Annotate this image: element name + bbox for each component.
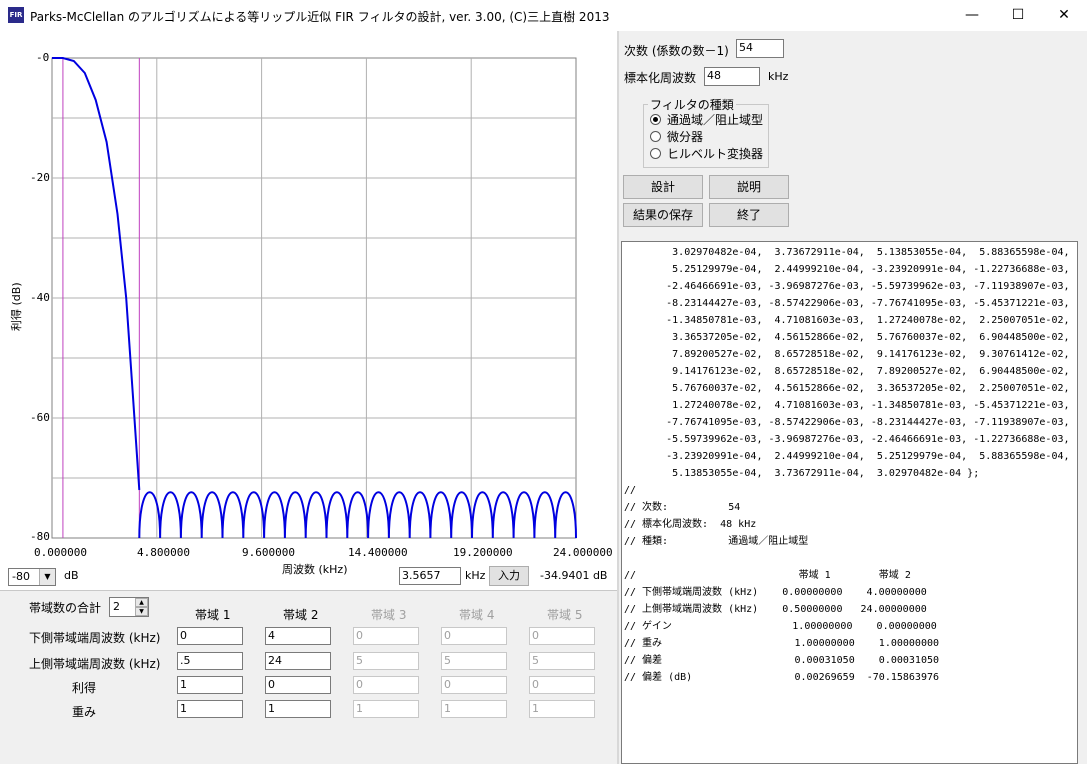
band-total-label: 帯域数の合計 [29, 601, 102, 615]
band2-gain-input[interactable]: 0 [265, 676, 331, 694]
coefficient-output[interactable]: 3.02970482e-04, 3.73672911e-04, 5.138530… [621, 241, 1078, 764]
band5-lower-input: 0 [529, 627, 595, 645]
chart-svg [51, 57, 577, 539]
order-input[interactable]: 54 [736, 39, 784, 58]
band2-upper-input[interactable]: 24 [265, 652, 331, 670]
band-header-2: 帯域 2 [283, 608, 319, 622]
x-tick-label: 14.400000 [348, 546, 408, 559]
band-count-value: 2 [113, 600, 120, 613]
window-title: Parks-McClellan のアルゴリズムによる等リップル近似 FIR フィ… [30, 10, 610, 24]
x-tick-label: 9.600000 [242, 546, 295, 559]
spin-up-icon[interactable]: ▲ [135, 598, 148, 607]
y-tick-label: -20 [30, 171, 50, 184]
close-icon: ✕ [1058, 7, 1070, 23]
fs-unit-label: kHz [768, 70, 789, 83]
exit-button[interactable]: 終了 [709, 203, 789, 227]
band1-lower-input[interactable]: 0 [177, 627, 243, 645]
radio-differentiator[interactable] [650, 131, 661, 142]
radio-passband-label[interactable]: 通過域／阻止域型 [667, 111, 763, 128]
band3-gain-input: 0 [353, 676, 419, 694]
fs-input[interactable]: 48 [704, 67, 760, 86]
row-label-gain: 利得 [72, 681, 97, 695]
minimize-button[interactable]: — [949, 0, 995, 31]
row-label-upper-edge: 上側帯域端周波数 (kHz) [29, 657, 161, 671]
maximize-icon: ☐ [1011, 7, 1025, 23]
radio-hilbert[interactable] [650, 148, 661, 159]
band-count-spinner[interactable]: 2 ▲ ▼ [109, 597, 149, 617]
coefficient-text: 3.02970482e-04, 3.73672911e-04, 5.138530… [624, 247, 1070, 683]
db-range-combo[interactable]: -80 ▼ [8, 568, 56, 586]
radio-hilbert-label[interactable]: ヒルベルト変換器 [667, 145, 763, 162]
y-tick-label: -80 [30, 530, 50, 543]
band1-upper-input[interactable]: .5 [177, 652, 243, 670]
freq-input[interactable]: 3.5657 [399, 567, 461, 585]
x-tick-label: 24.000000 [553, 546, 613, 559]
row-label-lower-edge: 下側帯域端周波数 (kHz) [29, 631, 161, 645]
fs-label: 標本化周波数 [624, 71, 697, 85]
band4-lower-input: 0 [441, 627, 507, 645]
y-tick-label: -40 [30, 291, 50, 304]
response-chart: 利得 (dB) -0 -20 -40 -60 -80 0.000000 4.80… [0, 31, 617, 591]
minimize-icon: — [965, 7, 979, 23]
band-header-5: 帯域 5 [547, 608, 583, 622]
x-tick-label: 0.000000 [34, 546, 87, 559]
radio-passband[interactable] [650, 114, 661, 125]
spin-down-icon[interactable]: ▼ [135, 607, 148, 616]
band5-weight-input: 1 [529, 700, 595, 718]
gain-readout: -34.9401 dB [540, 569, 608, 582]
app-icon: FIR [8, 7, 24, 23]
divider [0, 590, 617, 591]
x-axis-label: 周波数 (kHz) [282, 563, 348, 576]
band3-upper-input: 5 [353, 652, 419, 670]
band4-gain-input: 0 [441, 676, 507, 694]
band2-lower-input[interactable]: 4 [265, 627, 331, 645]
freq-unit-label: kHz [465, 569, 486, 582]
row-label-weight: 重み [72, 705, 97, 719]
band2-weight-input[interactable]: 1 [265, 700, 331, 718]
band5-gain-input: 0 [529, 676, 595, 694]
maximize-button[interactable]: ☐ [995, 0, 1041, 31]
radio-differentiator-label[interactable]: 微分器 [667, 128, 703, 145]
band3-weight-input: 1 [353, 700, 419, 718]
x-tick-label: 4.800000 [137, 546, 190, 559]
band5-upper-input: 5 [529, 652, 595, 670]
input-button[interactable]: 入力 [489, 566, 529, 586]
band4-upper-input: 5 [441, 652, 507, 670]
band3-lower-input: 0 [353, 627, 419, 645]
order-label: 次数 (係数の数－1) [624, 44, 729, 58]
design-button[interactable]: 設計 [623, 175, 703, 199]
x-tick-label: 19.200000 [453, 546, 513, 559]
db-unit-label: dB [64, 569, 79, 582]
db-range-value: -80 [12, 570, 30, 583]
explain-button[interactable]: 説明 [709, 175, 789, 199]
y-tick-label: -60 [30, 411, 50, 424]
title-bar: FIR Parks-McClellan のアルゴリズムによる等リップル近似 FI… [0, 0, 1087, 31]
band4-weight-input: 1 [441, 700, 507, 718]
band-header-1: 帯域 1 [195, 608, 231, 622]
y-tick-label: -0 [36, 51, 50, 64]
band1-weight-input[interactable]: 1 [177, 700, 243, 718]
band1-gain-input[interactable]: 1 [177, 676, 243, 694]
close-button[interactable]: ✕ [1041, 0, 1087, 31]
save-button[interactable]: 結果の保存 [623, 203, 703, 227]
band-header-3: 帯域 3 [371, 608, 407, 622]
panel-divider [617, 31, 619, 764]
band-header-4: 帯域 4 [459, 608, 495, 622]
chevron-down-icon[interactable]: ▼ [39, 569, 55, 585]
